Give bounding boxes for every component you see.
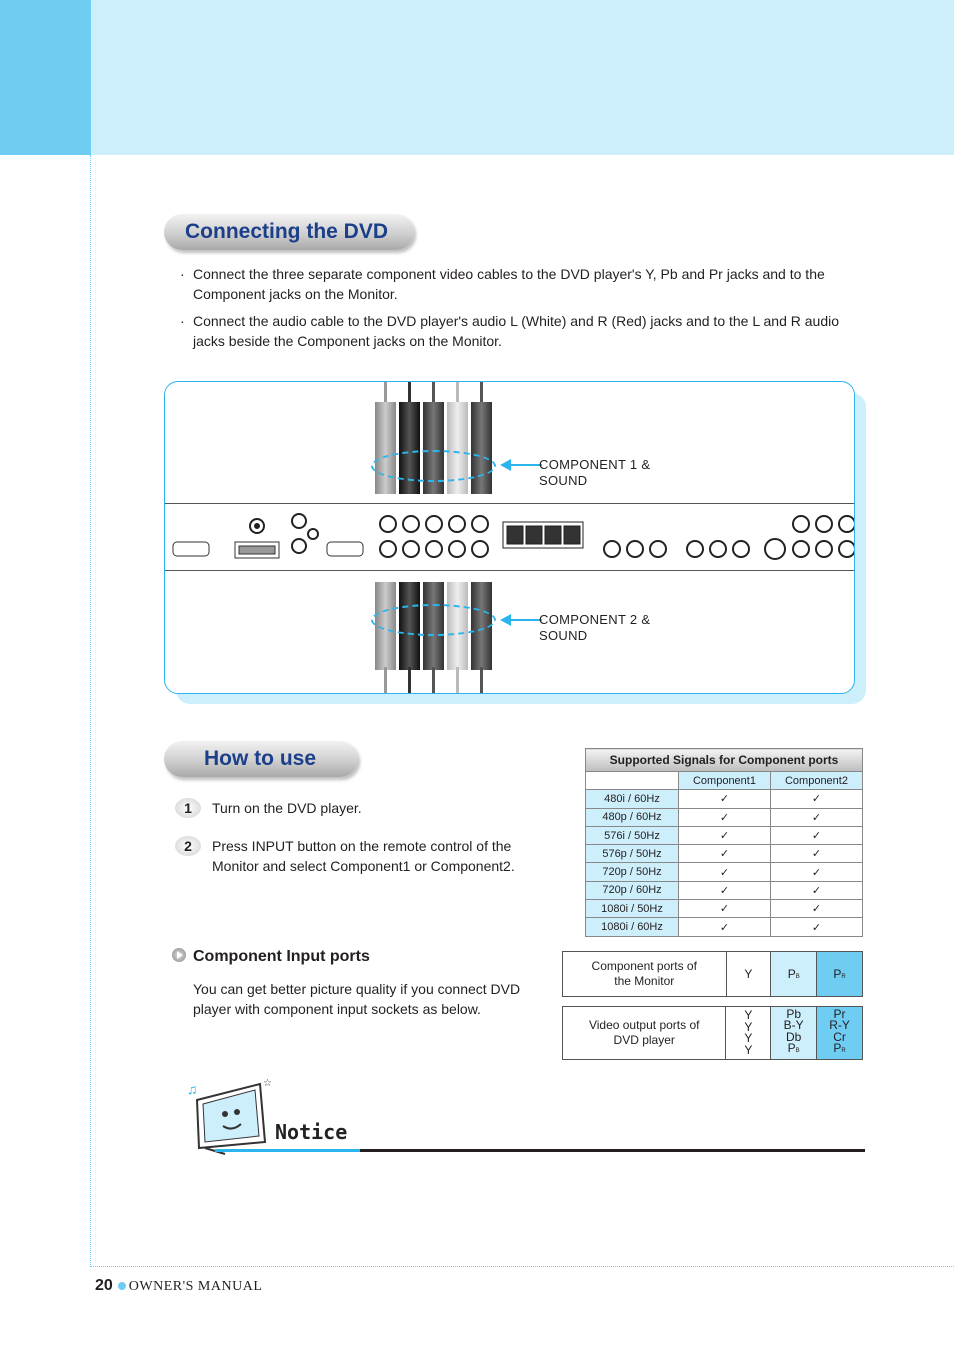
cable — [456, 667, 459, 693]
step-number-badge: 2 — [175, 836, 201, 856]
table-row: 480p / 60Hz ✓ ✓ — [585, 807, 864, 827]
panel-jacks — [172, 513, 854, 560]
table-title: Supported Signals for Component ports — [585, 748, 863, 772]
step-text: Turn on the DVD player. — [212, 800, 362, 816]
svg-text:☆: ☆ — [263, 1078, 272, 1089]
port-pb: PB — [770, 951, 818, 997]
speaker-terminal-icon — [502, 521, 584, 549]
port-y: Y — [725, 951, 772, 997]
port-y-variants: YYYY — [725, 1006, 772, 1060]
column-header: Component2 — [769, 770, 864, 791]
plug-audio-r — [471, 402, 492, 494]
port-pr-variants: Pr R-Y Cr PR — [816, 1006, 863, 1060]
cable — [480, 667, 483, 693]
dvd-ports-table: Video output ports of DVD player YYYY Pb B… — [561, 1006, 863, 1060]
notice-banner: ♫ ☆ Notice — [185, 1072, 865, 1157]
port-pb-variants: Pb B-Y Db PB — [770, 1006, 818, 1060]
header-band — [0, 0, 954, 155]
plug-y — [375, 402, 396, 494]
step-number-badge: 1 — [175, 798, 201, 818]
port-pr: PR — [816, 951, 863, 997]
column-header — [585, 770, 679, 791]
table-row: 1080i / 50Hz ✓ ✓ — [585, 899, 864, 919]
footer-label: OWNER'S MANUAL — [128, 1279, 263, 1294]
footer-dot-icon — [117, 1282, 126, 1290]
table-row: 1080i / 60Hz ✓ ✓ — [585, 917, 864, 937]
table-row: 480i / 60Hz ✓ ✓ — [585, 789, 864, 809]
notice-rule — [360, 1149, 865, 1152]
bullet-item: · Connect the three separate component v… — [180, 264, 840, 304]
table-row: 720p / 60Hz ✓ ✓ — [585, 880, 864, 901]
component1-label: COMPONENT 1 & SOUND — [539, 457, 651, 488]
arrow-icon — [500, 459, 542, 471]
bullet-text: Connect the audio cable to the DVD playe… — [193, 313, 840, 349]
cable — [432, 667, 435, 693]
cable — [408, 667, 411, 693]
table-row: 576i / 50Hz ✓ ✓ — [585, 825, 864, 846]
margin-guide — [90, 155, 91, 1267]
highlight-ellipse — [371, 450, 496, 482]
monitor-ports-table: Component ports of the Monitor Y PB PR — [562, 951, 863, 997]
table-row: 720p / 50Hz ✓ ✓ — [585, 862, 864, 882]
bullet-dot: · — [180, 313, 185, 329]
bullet-item: · Connect the audio cable to the DVD pla… — [180, 311, 840, 351]
notice-rule-accent — [215, 1149, 360, 1152]
step-text: Press INPUT button on the remote control… — [212, 838, 515, 874]
page-footer: 20 OWNER'S MANUAL — [95, 1277, 262, 1295]
row-label: Video output ports of DVD player — [561, 1006, 727, 1060]
notice-title: Notice — [275, 1120, 348, 1144]
connection-diagram: COMPONENT 1 & SOUND COMPONENT 2 & SOUND — [164, 381, 855, 694]
header-tab — [0, 0, 91, 155]
tv-mascot-icon: ♫ ☆ — [187, 1078, 272, 1155]
component2-label: COMPONENT 2 & SOUND — [539, 612, 651, 643]
footer-guide — [90, 1266, 954, 1267]
bullet-text: Connect the three separate component vid… — [193, 266, 825, 302]
play-bullet-icon — [172, 948, 186, 962]
component-input-text: You can get better picture quality if yo… — [193, 981, 521, 1017]
page-number: 20 — [95, 1277, 113, 1294]
table-row: 576p / 50Hz ✓ ✓ — [585, 844, 864, 864]
supported-signals-table: Supported Signals for Component ports Co… — [585, 748, 864, 937]
section-title-how-to-use: How to use — [164, 741, 358, 777]
cable — [384, 667, 387, 693]
highlight-ellipse — [371, 604, 496, 636]
column-header: Component1 — [678, 770, 771, 791]
arrow-icon — [500, 614, 542, 626]
instructions-list: · Connect the three separate component v… — [180, 264, 840, 358]
dvi-port-icon — [234, 541, 280, 559]
section-title-connecting: Connecting the DVD — [164, 214, 414, 250]
row-label: Component ports of the Monitor — [562, 951, 727, 997]
svg-text:♫: ♫ — [187, 1081, 198, 1097]
bullet-dot: · — [180, 266, 185, 282]
component-input-title: Component Input ports — [172, 948, 370, 966]
monitor-rear-panel — [165, 503, 854, 571]
